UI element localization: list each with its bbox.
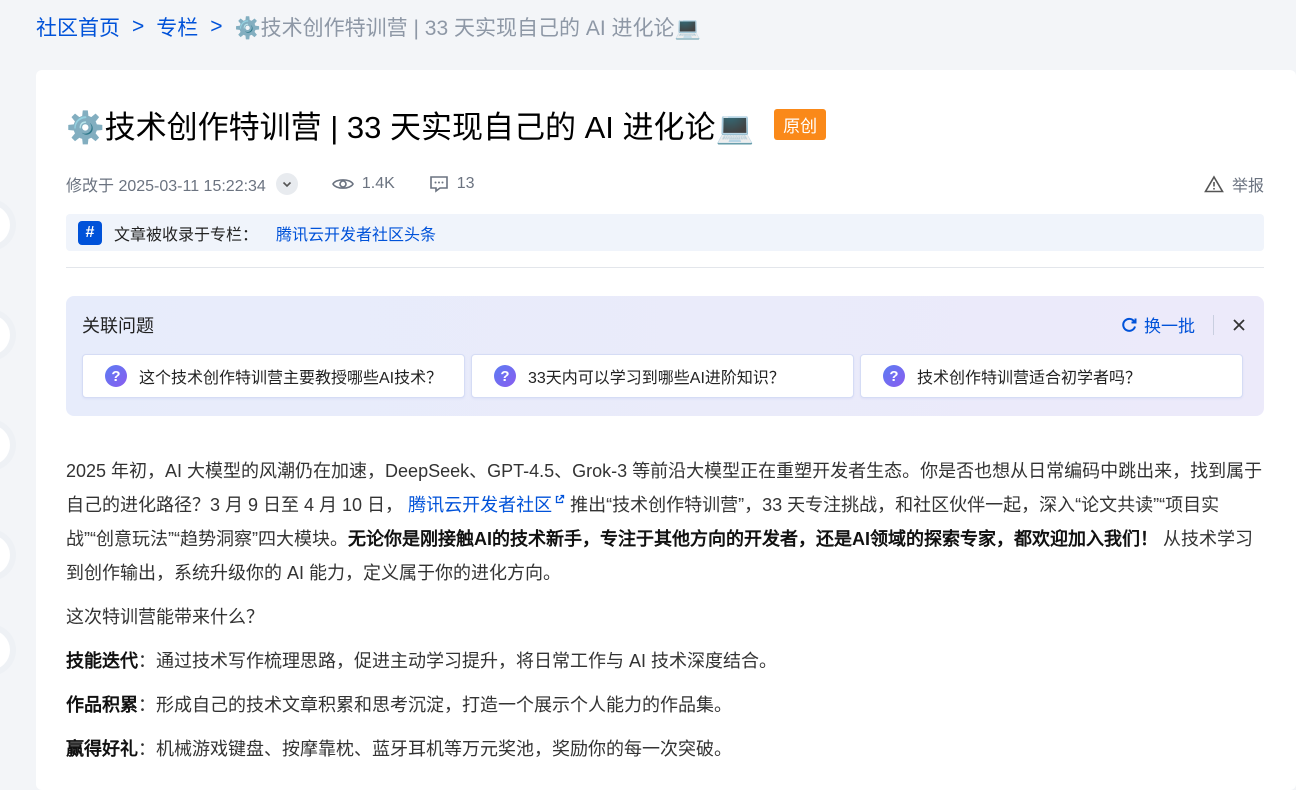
article-body: 2025 年初，AI 大模型的风潮仍在加速，DeepSeek、GPT-4.5、G… <box>66 454 1266 776</box>
question-text: 技术创作特训营适合初学者吗？ <box>917 370 1142 387</box>
refresh-icon <box>1122 317 1137 332</box>
question-icon: ? <box>494 365 516 387</box>
comments-meta[interactable]: 13 <box>429 175 475 193</box>
related-questions-panel: 关联问题 换一批 ? 这个技术创作特训营主要教授哪些AI技术？ ? 33天内可以… <box>66 296 1264 416</box>
page-title: ⚙️技术创作特训营 | 33 天实现自己的 AI 进化论💻 <box>66 110 755 145</box>
link-icon <box>555 494 565 504</box>
benefit-label: 赢得好礼 <box>66 739 138 759</box>
column-bar: # 文章被收录于专栏： 腾讯云开发者社区头条 <box>66 214 1264 251</box>
side-decoration <box>0 535 10 575</box>
views-count: 1.4K <box>361 175 395 192</box>
side-decoration <box>0 315 10 355</box>
question-list: ? 这个技术创作特训营主要教授哪些AI技术？ ? 33天内可以学习到哪些AI进阶… <box>82 354 1243 398</box>
refresh-button[interactable]: 换一批 <box>1120 312 1195 337</box>
breadcrumb-current: ⚙️技术创作特训营 | 33 天实现自己的 AI 进化论💻 <box>234 17 701 40</box>
modified-time: 修改于 2025-03-11 15:22:34 <box>66 178 266 195</box>
breadcrumb-separator: > <box>210 15 223 38</box>
benefit-item: 作品积累：形成自己的技术文章积累和思考沉淀，打造一个展示个人能力的作品集。 <box>66 688 1266 722</box>
refresh-label: 换一批 <box>1144 317 1195 336</box>
breadcrumb-home[interactable]: 社区首页 <box>36 12 120 42</box>
benefit-text: ：机械游戏键盘、按摩靠枕、蓝牙耳机等万元奖池，奖励你的每一次突破。 <box>138 739 732 759</box>
chevron-down-icon[interactable] <box>275 173 298 195</box>
question-item[interactable]: ? 这个技术创作特训营主要教授哪些AI技术？ <box>82 354 465 398</box>
article-card: ⚙️技术创作特训营 | 33 天实现自己的 AI 进化论💻 原创 修改于 202… <box>36 70 1296 790</box>
question-icon: ? <box>105 365 127 387</box>
related-title: 关联问题 <box>82 316 154 336</box>
question-item[interactable]: ? 技术创作特训营适合初学者吗？ <box>860 354 1243 398</box>
views-meta: 1.4K <box>331 175 395 193</box>
benefit-label: 作品积累 <box>66 695 138 715</box>
benefit-label: 技能迭代 <box>66 651 138 671</box>
vertical-separator <box>1213 314 1214 335</box>
benefit-text: ：通过技术写作梳理思路，促进主动学习提升，将日常工作与 AI 技术深度结合。 <box>138 651 778 671</box>
breadcrumb: 社区首页 > 专栏 > ⚙️技术创作特训营 | 33 天实现自己的 AI 进化论… <box>36 12 701 42</box>
intro-paragraph: 2025 年初，AI 大模型的风潮仍在加速，DeepSeek、GPT-4.5、G… <box>66 454 1266 590</box>
article-meta: 修改于 2025-03-11 15:22:34 1.4K 13 举报 <box>66 170 1264 198</box>
comments-count: 13 <box>456 175 475 192</box>
intro-bold: 无论你是刚接触AI的技术新手，专注于其他方向的开发者，还是AI领域的探索专家，都… <box>347 529 1158 549</box>
report-button[interactable]: 举报 <box>1204 172 1264 196</box>
question-item[interactable]: ? 33天内可以学习到哪些AI进阶知识？ <box>471 354 854 398</box>
benefit-item: 技能迭代：通过技术写作梳理思路，促进主动学习提升，将日常工作与 AI 技术深度结… <box>66 644 1266 678</box>
breadcrumb-column[interactable]: 专栏 <box>156 12 198 42</box>
close-icon[interactable] <box>1232 318 1246 332</box>
breadcrumb-separator: > <box>132 15 145 38</box>
comment-icon <box>429 176 448 193</box>
side-decoration <box>0 205 10 245</box>
hash-icon: # <box>78 220 102 245</box>
side-decoration <box>0 630 10 670</box>
question-text: 33天内可以学习到哪些AI进阶知识？ <box>528 370 785 387</box>
benefit-item: 赢得好礼：机械游戏键盘、按摩靠枕、蓝牙耳机等万元奖池，奖励你的每一次突破。 <box>66 732 1266 766</box>
community-link[interactable]: 腾讯云开发者社区 <box>408 495 552 515</box>
benefit-text: ：形成自己的技术文章积累和思考沉淀，打造一个展示个人能力的作品集。 <box>138 695 732 715</box>
column-link[interactable]: 腾讯云开发者社区头条 <box>276 221 436 245</box>
column-label: 文章被收录于专栏： <box>114 226 259 244</box>
related-actions: 换一批 <box>1120 312 1246 337</box>
divider <box>66 267 1264 268</box>
question-text: 这个技术创作特训营主要教授哪些AI技术？ <box>139 370 443 387</box>
question-icon: ? <box>883 365 905 387</box>
side-decoration <box>0 425 10 465</box>
original-badge: 原创 <box>774 109 827 140</box>
title-row: ⚙️技术创作特训营 | 33 天实现自己的 AI 进化论💻 原创 <box>66 102 827 147</box>
section-question: 这次特训营能带来什么？ <box>66 607 264 627</box>
warning-icon <box>1204 175 1224 193</box>
report-label: 举报 <box>1231 178 1264 195</box>
eye-icon <box>331 179 354 189</box>
